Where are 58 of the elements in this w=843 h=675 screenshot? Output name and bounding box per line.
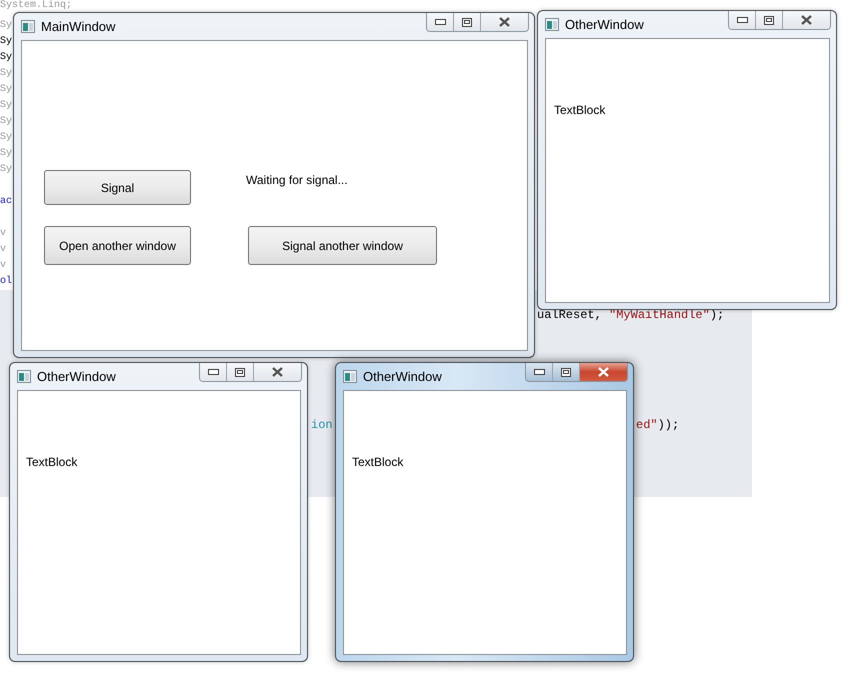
minimize-button[interactable] xyxy=(200,363,227,381)
code-line: ion xyxy=(311,418,333,432)
minimize-button[interactable] xyxy=(526,363,553,381)
code-line: Sy xyxy=(0,116,12,128)
push-button[interactable]: Signal another window xyxy=(248,226,437,265)
code-line: Sy xyxy=(0,164,12,176)
status-text: Waiting for signal... xyxy=(246,173,349,187)
code-line: v xyxy=(0,260,6,272)
code-line: Sy xyxy=(0,84,12,96)
minimize-icon xyxy=(434,19,446,25)
code-line: Sy xyxy=(0,20,12,32)
window-icon xyxy=(343,370,357,383)
code-line: ac xyxy=(0,196,12,208)
maximize-button[interactable] xyxy=(227,363,254,381)
window-icon xyxy=(17,370,31,383)
window-icon xyxy=(21,20,35,33)
close-icon xyxy=(498,17,511,27)
close-button[interactable] xyxy=(481,13,528,31)
push-button[interactable]: Open another window xyxy=(44,226,191,265)
text-label: TextBlock xyxy=(352,455,404,469)
window-title: OtherWindow xyxy=(565,17,644,32)
maximize-button[interactable] xyxy=(553,363,580,381)
code-line: Sy xyxy=(0,52,12,64)
code-line: System.Linq; xyxy=(0,0,72,12)
push-button[interactable]: Signal xyxy=(44,170,191,205)
code-line: v xyxy=(0,244,6,256)
minimize-icon xyxy=(208,369,218,375)
close-icon xyxy=(597,367,610,377)
close-icon xyxy=(800,15,813,25)
code-line: Sy xyxy=(0,132,12,144)
window-title: OtherWindow xyxy=(363,369,442,384)
window-title: OtherWindow xyxy=(37,369,116,384)
code-line: ualReset, "MyWaitHandle"); xyxy=(537,308,724,322)
maximize-button[interactable] xyxy=(756,11,783,29)
code-line: v xyxy=(0,228,6,240)
window-icon xyxy=(545,18,559,31)
code-line: ed")); xyxy=(636,418,680,432)
code-line: Sy xyxy=(0,100,12,112)
close-icon xyxy=(271,367,284,377)
maximize-icon xyxy=(235,368,245,376)
minimize-button[interactable] xyxy=(427,13,454,31)
minimize-button[interactable] xyxy=(729,11,756,29)
maximize-button[interactable] xyxy=(454,13,481,31)
code-line: Sy xyxy=(0,68,12,80)
text-label: TextBlock xyxy=(554,103,606,117)
code-line: ol xyxy=(0,276,12,288)
window-title: MainWindow xyxy=(41,19,116,34)
minimize-icon xyxy=(534,369,544,375)
maximize-icon xyxy=(462,18,472,26)
maximize-icon xyxy=(561,368,571,376)
close-button[interactable] xyxy=(580,363,627,381)
text-label: TextBlock xyxy=(26,455,78,469)
maximize-icon xyxy=(764,16,774,24)
minimize-icon xyxy=(736,17,748,23)
close-button[interactable] xyxy=(783,11,830,29)
code-line: Sy xyxy=(0,148,12,160)
code-line: Sy xyxy=(0,36,12,48)
close-button[interactable] xyxy=(254,363,301,381)
